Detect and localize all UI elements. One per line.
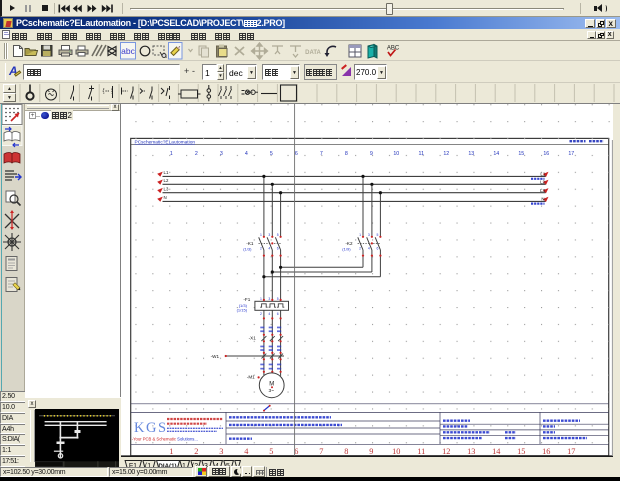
svg-text:7: 7 bbox=[319, 447, 323, 456]
svg-text:2: 2 bbox=[260, 247, 262, 251]
svg-text:9: 9 bbox=[370, 151, 373, 157]
svg-text:13: 13 bbox=[467, 447, 475, 456]
svg-text:6: 6 bbox=[277, 247, 279, 251]
svg-text:5: 5 bbox=[277, 233, 279, 237]
svg-text:1: 1 bbox=[260, 233, 262, 237]
svg-text:3~: 3~ bbox=[268, 388, 274, 394]
svg-text:N: N bbox=[164, 195, 167, 200]
svg-text:7: 7 bbox=[320, 151, 323, 157]
svg-text:10: 10 bbox=[393, 151, 399, 157]
svg-text:2: 2 bbox=[194, 447, 198, 456]
svg-text:L2: L2 bbox=[164, 178, 169, 183]
svg-text:17: 17 bbox=[567, 447, 575, 456]
svg-text:-K1: -K1 bbox=[246, 241, 254, 246]
svg-text:16: 16 bbox=[542, 447, 550, 456]
svg-text:8: 8 bbox=[344, 447, 348, 456]
svg-text:(1/15): (1/15) bbox=[237, 308, 248, 313]
svg-text:-X1: -X1 bbox=[249, 336, 257, 341]
svg-text:3: 3 bbox=[268, 297, 270, 301]
svg-text:PCschematic?ELautomation: PCschematic?ELautomation bbox=[135, 139, 196, 145]
svg-text:L3: L3 bbox=[164, 186, 169, 191]
svg-text:6: 6 bbox=[277, 312, 279, 316]
svg-text:L3: L3 bbox=[540, 188, 545, 193]
svg-text:1: 1 bbox=[359, 233, 361, 237]
svg-text:9: 9 bbox=[369, 447, 373, 456]
svg-text:4: 4 bbox=[245, 151, 248, 157]
svg-text:2: 2 bbox=[195, 151, 198, 157]
svg-text:3: 3 bbox=[220, 151, 223, 157]
svg-text:12: 12 bbox=[442, 447, 450, 456]
svg-text:2: 2 bbox=[359, 247, 361, 251]
svg-text:10: 10 bbox=[392, 447, 400, 456]
svg-text:1: 1 bbox=[169, 447, 173, 456]
svg-text:(1/9): (1/9) bbox=[342, 247, 351, 252]
svg-text:5: 5 bbox=[377, 233, 379, 237]
svg-text:14: 14 bbox=[492, 447, 501, 456]
svg-text:5: 5 bbox=[269, 447, 273, 456]
svg-text:L1: L1 bbox=[540, 172, 545, 177]
svg-text:2: 2 bbox=[260, 312, 262, 316]
svg-text:15: 15 bbox=[518, 151, 524, 157]
svg-text:11: 11 bbox=[419, 151, 425, 157]
svg-text:abc: abc bbox=[121, 46, 135, 56]
svg-text:6: 6 bbox=[377, 247, 379, 251]
svg-text:-Your PCB & Schematic Solution: -Your PCB & Schematic Solutions... bbox=[132, 437, 198, 442]
svg-text:-W1: -W1 bbox=[211, 354, 220, 359]
svg-text:-M1: -M1 bbox=[247, 374, 255, 379]
svg-text:5: 5 bbox=[277, 297, 279, 301]
svg-text:13: 13 bbox=[468, 151, 474, 157]
svg-text:11: 11 bbox=[417, 447, 425, 456]
svg-text:8: 8 bbox=[345, 151, 348, 157]
svg-text:L2: L2 bbox=[540, 180, 545, 185]
svg-text:(1/3): (1/3) bbox=[243, 247, 252, 252]
svg-text:-F1: -F1 bbox=[243, 297, 250, 302]
svg-text:4: 4 bbox=[268, 312, 270, 316]
svg-text:ABC: ABC bbox=[387, 46, 400, 52]
svg-text:5: 5 bbox=[270, 151, 273, 157]
svg-text:3: 3 bbox=[368, 233, 370, 237]
svg-text:4: 4 bbox=[368, 247, 370, 251]
svg-text:3: 3 bbox=[219, 447, 223, 456]
svg-text:1: 1 bbox=[170, 151, 173, 157]
svg-text:15: 15 bbox=[517, 447, 525, 456]
svg-text:16: 16 bbox=[543, 151, 549, 157]
svg-text:-K2: -K2 bbox=[345, 241, 353, 246]
svg-text:6: 6 bbox=[295, 151, 298, 157]
svg-text:17: 17 bbox=[568, 151, 574, 157]
svg-text:L1: L1 bbox=[164, 170, 169, 175]
svg-text:DATA: DATA bbox=[305, 50, 321, 56]
svg-text:N: N bbox=[541, 197, 544, 202]
svg-text:3: 3 bbox=[268, 233, 270, 237]
svg-text:KGS: KGS bbox=[134, 420, 168, 436]
svg-text:14: 14 bbox=[493, 151, 499, 157]
svg-text:12: 12 bbox=[443, 151, 449, 157]
svg-text:4: 4 bbox=[268, 247, 270, 251]
svg-text:1: 1 bbox=[260, 297, 262, 301]
